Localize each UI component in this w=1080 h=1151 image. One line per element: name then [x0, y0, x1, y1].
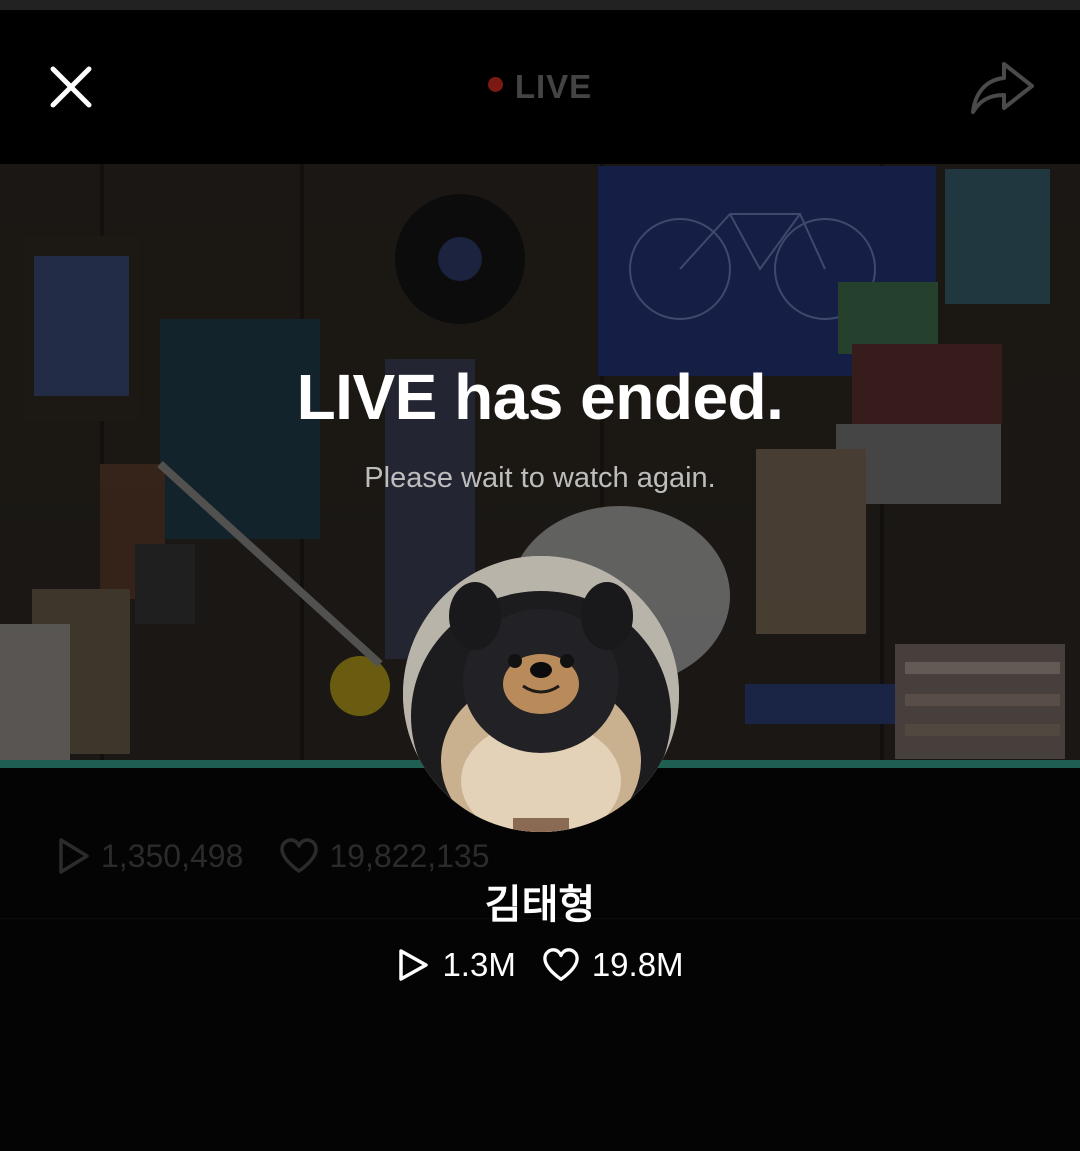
like-count: 19.8M	[591, 946, 684, 983]
top-bar: LIVE	[0, 10, 1080, 164]
live-badge: LIVE	[0, 68, 1080, 106]
share-button[interactable]	[968, 58, 1038, 118]
live-label: LIVE	[514, 68, 593, 105]
background-stats: 1,350,498 19,822,135	[55, 836, 490, 876]
play-icon	[59, 838, 89, 874]
status-bar	[0, 0, 1080, 10]
heart-icon	[543, 948, 579, 981]
pomeranian-avatar	[403, 556, 679, 832]
play-count-stat: 1.3M	[396, 946, 516, 984]
live-ended-subtitle: Please wait to watch again.	[364, 462, 716, 494]
heart-icon	[280, 838, 319, 873]
play-count: 1.3M	[442, 946, 516, 983]
live-dot	[487, 76, 503, 92]
channel-name[interactable]: 김태형	[0, 872, 1080, 930]
share-arrow-icon	[971, 62, 1034, 114]
channel-avatar[interactable]	[403, 556, 679, 832]
play-icon	[399, 949, 429, 981]
background-play-count: 1,350,498	[101, 837, 244, 874]
background-like-count: 19,822,135	[329, 837, 490, 874]
live-ended-title: LIVE has ended.	[296, 361, 784, 433]
like-count-stat: 19.8M	[542, 946, 684, 984]
live-stats: 1.3M 19.8M	[0, 946, 1080, 984]
